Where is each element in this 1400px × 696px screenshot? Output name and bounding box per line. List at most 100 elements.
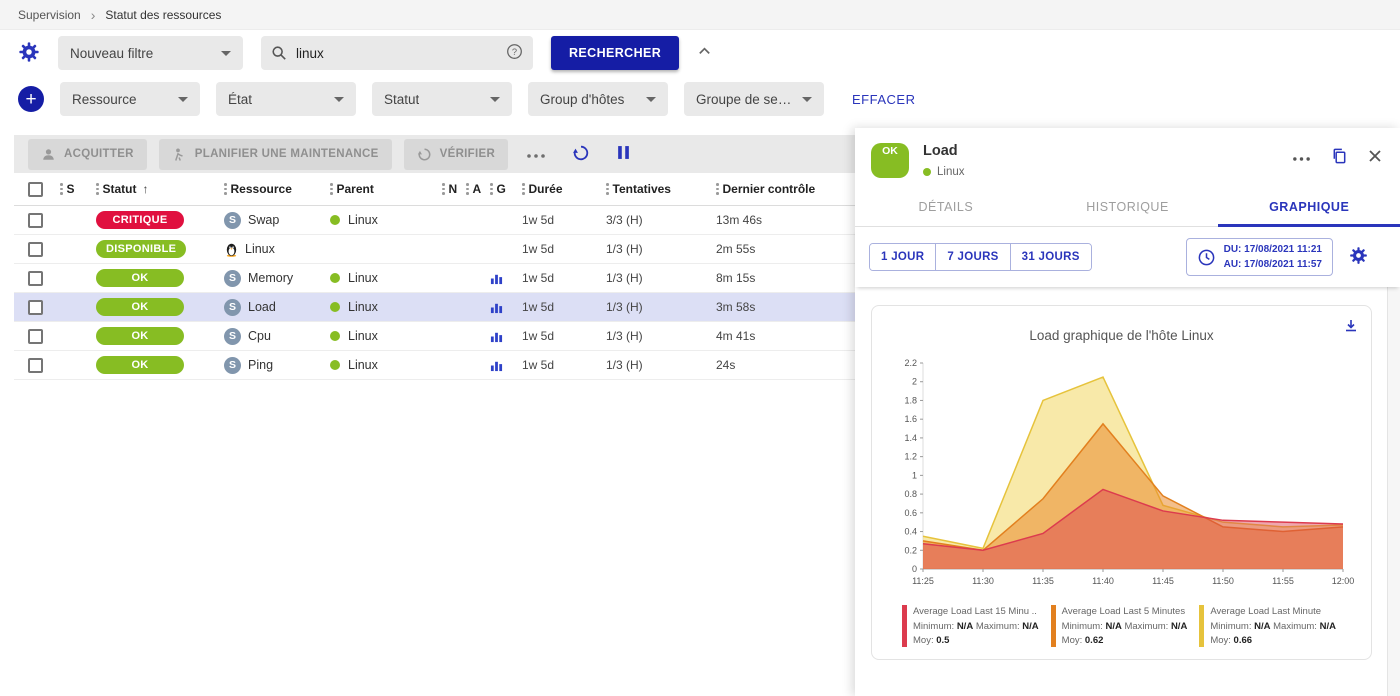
- column-drag-icon[interactable]: [96, 183, 99, 195]
- column-drag-icon[interactable]: [522, 183, 525, 195]
- row-checkbox[interactable]: [28, 213, 43, 228]
- search-input[interactable]: [296, 46, 497, 61]
- resource-name[interactable]: Memory: [248, 271, 293, 285]
- column-drag-icon[interactable]: [60, 183, 63, 195]
- tab-historique[interactable]: HISTORIQUE: [1037, 188, 1219, 226]
- panel-scrollbar[interactable]: [1387, 228, 1400, 696]
- row-checkbox[interactable]: [28, 242, 43, 257]
- chevron-down-icon: [646, 97, 656, 102]
- resource-name[interactable]: Load: [248, 300, 276, 314]
- column-drag-icon[interactable]: [442, 183, 445, 195]
- row-checkbox[interactable]: [28, 300, 43, 315]
- saved-filter-select[interactable]: Nouveau filtre: [58, 36, 243, 70]
- table-row[interactable]: OKSPingLinux1w 5d1/3 (H)24s: [14, 351, 855, 380]
- panel-close-button[interactable]: [1368, 149, 1382, 166]
- column-header-statut[interactable]: Statut↑: [96, 182, 224, 196]
- graph-icon[interactable]: [490, 301, 503, 314]
- select-all-checkbox[interactable]: [28, 182, 43, 197]
- legend-item-average-load-last-minute[interactable]: Average Load Last MinuteMinimum: N/A Max…: [1199, 605, 1336, 649]
- parent-name[interactable]: Linux: [348, 358, 378, 372]
- check-button[interactable]: VÉRIFIER: [404, 139, 508, 170]
- legend-item-average-load-last-5-minutes[interactable]: Average Load Last 5 MinutesMinimum: N/A …: [1051, 605, 1188, 649]
- more-actions-button[interactable]: [526, 147, 546, 162]
- criteria-select-ressource[interactable]: Ressource: [60, 82, 200, 116]
- range-button-1-jour[interactable]: 1 JOUR: [870, 244, 936, 270]
- column-drag-icon[interactable]: [606, 183, 609, 195]
- search-button[interactable]: RECHERCHER: [551, 36, 679, 70]
- parent-name[interactable]: Linux: [348, 213, 378, 227]
- add-criteria-button[interactable]: +: [18, 86, 44, 112]
- graph-icon[interactable]: [490, 272, 503, 285]
- status-badge[interactable]: OK: [96, 327, 184, 345]
- table-row[interactable]: CRITIQUESSwapLinux1w 5d3/3 (H)13m 46s: [14, 206, 855, 235]
- resource-name[interactable]: Linux: [245, 242, 275, 256]
- row-checkbox[interactable]: [28, 271, 43, 286]
- column-drag-icon[interactable]: [716, 183, 719, 195]
- host-status-dot: [330, 273, 340, 283]
- column-header-parent[interactable]: Parent: [330, 182, 442, 196]
- parent-name[interactable]: Linux: [348, 271, 378, 285]
- refresh-icon: [572, 144, 590, 165]
- table-row[interactable]: OKSLoadLinux1w 5d1/3 (H)3m 58s: [14, 293, 855, 322]
- maintenance-button[interactable]: PLANIFIER UNE MAINTENANCE: [159, 139, 392, 170]
- column-drag-icon[interactable]: [224, 183, 227, 195]
- sort-ascending-icon[interactable]: ↑: [143, 182, 149, 196]
- graph-settings-button[interactable]: [1349, 246, 1368, 268]
- pause-refresh-button[interactable]: [616, 145, 631, 163]
- status-badge[interactable]: OK: [96, 269, 184, 287]
- parent-name[interactable]: Linux: [348, 300, 378, 314]
- criteria-select-statut[interactable]: Statut: [372, 82, 512, 116]
- range-button-7-jours[interactable]: 7 JOURS: [936, 244, 1010, 270]
- copy-link-button[interactable]: [1331, 147, 1348, 167]
- tab-graphique[interactable]: GRAPHIQUE: [1218, 188, 1400, 226]
- column-header-dernier-controle[interactable]: Dernier contrôle: [716, 182, 855, 196]
- clear-filters-button[interactable]: EFFACER: [852, 92, 915, 107]
- criteria-select-group-d-hotes[interactable]: Group d'hôtes: [528, 82, 668, 116]
- panel-title: Load: [923, 143, 965, 159]
- row-checkbox[interactable]: [28, 358, 43, 373]
- parent-name[interactable]: Linux: [348, 329, 378, 343]
- column-header-g[interactable]: G: [490, 182, 522, 196]
- status-badge[interactable]: DISPONIBLE: [96, 240, 186, 258]
- resource-name[interactable]: Swap: [248, 213, 279, 227]
- resource-name[interactable]: Cpu: [248, 329, 271, 343]
- status-badge[interactable]: OK: [96, 356, 184, 374]
- resource-name[interactable]: Ping: [248, 358, 273, 372]
- graph-icon[interactable]: [490, 359, 503, 372]
- column-header-a[interactable]: A: [466, 182, 490, 196]
- panel-subtitle[interactable]: Linux: [937, 166, 965, 178]
- search-help-button[interactable]: ?: [506, 43, 523, 63]
- graph-icon[interactable]: [490, 330, 503, 343]
- table-row[interactable]: OKSMemoryLinux1w 5d1/3 (H)8m 15s: [14, 264, 855, 293]
- tab-details[interactable]: DÉTAILS: [855, 188, 1037, 226]
- table-row[interactable]: DISPONIBLELinux1w 5d1/3 (H)2m 55s: [14, 235, 855, 264]
- date-range-picker[interactable]: DU: 17/08/2021 11:21 AU: 17/08/2021 11:5…: [1186, 238, 1333, 276]
- last-check-value: 13m 46s: [716, 213, 855, 227]
- date-from: DU: 17/08/2021 11:21: [1224, 242, 1322, 257]
- resource-cell: SMemory: [224, 270, 330, 287]
- last-check-value: 2m 55s: [716, 242, 855, 256]
- panel-more-button[interactable]: [1292, 150, 1311, 165]
- column-drag-icon[interactable]: [466, 183, 469, 195]
- column-header-ressource[interactable]: Ressource: [224, 182, 330, 196]
- column-header-n[interactable]: N: [442, 182, 466, 196]
- breadcrumb-item-supervision[interactable]: Supervision: [18, 8, 81, 22]
- column-drag-icon[interactable]: [330, 183, 333, 195]
- collapse-filters-button[interactable]: [697, 44, 712, 62]
- status-badge[interactable]: CRITIQUE: [96, 211, 184, 229]
- criteria-select-etat[interactable]: État: [216, 82, 356, 116]
- column-header-duree[interactable]: Durée: [522, 182, 606, 196]
- acknowledge-button[interactable]: ACQUITTER: [28, 139, 147, 170]
- column-header-tentatives[interactable]: Tentatives: [606, 182, 716, 196]
- criteria-select-groupe-de-ser[interactable]: Groupe de ser...: [684, 82, 824, 116]
- row-checkbox[interactable]: [28, 329, 43, 344]
- status-badge[interactable]: OK: [96, 298, 184, 316]
- table-row[interactable]: OKSCpuLinux1w 5d1/3 (H)4m 41s: [14, 322, 855, 351]
- column-drag-icon[interactable]: [490, 183, 493, 195]
- export-chart-button[interactable]: [1343, 318, 1359, 337]
- filter-settings-button[interactable]: [18, 41, 40, 66]
- legend-item-average-load-last-15-minu[interactable]: Average Load Last 15 Minu ..Minimum: N/A…: [902, 605, 1039, 649]
- refresh-button[interactable]: [572, 144, 590, 165]
- column-header-s[interactable]: S: [60, 182, 96, 196]
- range-button-31-jours[interactable]: 31 JOURS: [1011, 244, 1091, 270]
